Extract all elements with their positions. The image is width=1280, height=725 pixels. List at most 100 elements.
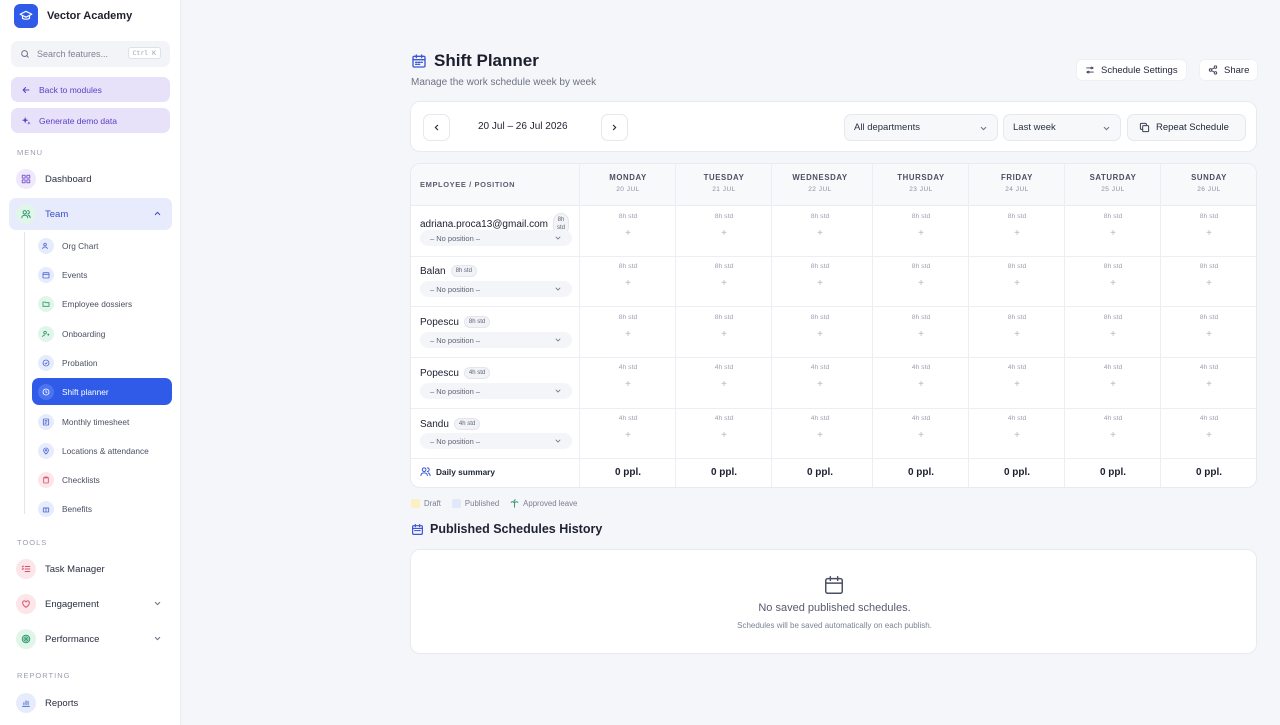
published-swatch <box>451 499 461 508</box>
repeat-schedule-button[interactable]: Repeat Schedule <box>1127 114 1246 141</box>
employee-name: Sandu 4h std <box>420 418 481 430</box>
position-select[interactable]: – No position – <box>420 281 572 297</box>
sub-org-chart[interactable]: Org Chart <box>32 232 172 259</box>
sub-monthly-timesheet[interactable]: Monthly timesheet <box>32 408 172 435</box>
sub-events[interactable]: Events <box>32 261 172 288</box>
day-name: SUNDAY <box>1191 173 1227 182</box>
row-divider <box>411 357 1256 358</box>
heart-icon <box>16 594 36 614</box>
previous-week-button[interactable] <box>423 114 450 141</box>
sub-benefits[interactable]: Benefits <box>32 495 172 522</box>
shift-std-hours: 8h std <box>911 314 931 321</box>
history-note: Schedules will be saved automatically on… <box>737 621 932 630</box>
add-shift-button[interactable]: + <box>873 379 969 390</box>
sub-shift-planner[interactable]: Shift planner <box>32 378 172 405</box>
brand[interactable]: Vector Academy <box>14 4 132 28</box>
add-shift-button[interactable]: + <box>676 278 772 289</box>
nav-engagement[interactable]: Engagement <box>9 588 172 620</box>
add-shift-button[interactable]: + <box>873 228 969 239</box>
add-shift-button[interactable]: + <box>969 228 1065 239</box>
add-shift-button[interactable]: + <box>676 430 772 441</box>
add-shift-button[interactable]: + <box>772 329 868 340</box>
add-shift-button[interactable]: + <box>676 228 772 239</box>
nav-reports[interactable]: Reports <box>9 687 172 719</box>
period-select-value: Last week <box>1013 122 1056 133</box>
calendar-icon <box>412 54 426 68</box>
add-shift-button[interactable]: + <box>676 379 772 390</box>
share-button[interactable]: Share <box>1199 59 1259 81</box>
search-icon <box>21 50 29 58</box>
add-shift-button[interactable]: + <box>1065 329 1161 340</box>
row-divider <box>411 408 1256 409</box>
period-select[interactable]: Last week <box>1003 114 1121 141</box>
add-shift-button[interactable]: + <box>873 329 969 340</box>
add-shift-button[interactable]: + <box>580 278 676 289</box>
shift-std-hours: 8h std <box>714 213 734 220</box>
sub-probation[interactable]: Probation <box>32 349 172 376</box>
position-select[interactable]: – No position – <box>420 383 572 399</box>
summary-value: 0 ppl. <box>907 467 935 478</box>
sub-events-label: Events <box>62 269 88 280</box>
brand-name: Vector Academy <box>47 10 133 22</box>
schedule-settings-button[interactable]: Schedule Settings <box>1076 59 1187 81</box>
add-shift-button[interactable]: + <box>873 430 969 441</box>
position-select[interactable]: – No position – <box>420 230 572 246</box>
add-shift-button[interactable]: + <box>969 329 1065 340</box>
users-icon <box>16 204 36 224</box>
add-shift-button[interactable]: + <box>969 278 1065 289</box>
hours-badge: 8h std <box>450 265 477 277</box>
add-shift-button[interactable]: + <box>772 379 868 390</box>
nav-team[interactable]: Team <box>9 198 172 230</box>
shift-std-hours: 8h std <box>1007 213 1027 220</box>
add-shift-button[interactable]: + <box>772 278 868 289</box>
add-shift-button[interactable]: + <box>1065 430 1161 441</box>
sub-employee-dossiers[interactable]: Employee dossiers <box>32 290 172 317</box>
nav-task-manager[interactable]: Task Manager <box>9 553 172 585</box>
day-header: SUNDAY 26 JUL <box>1161 173 1256 193</box>
clock-icon <box>38 383 54 400</box>
department-select[interactable]: All departments <box>844 114 998 141</box>
generate-demo-data-button[interactable]: Generate demo data <box>11 108 170 133</box>
page-header: Shift Planner <box>411 51 539 71</box>
day-name: TUESDAY <box>703 173 745 182</box>
add-shift-button[interactable]: + <box>580 430 676 441</box>
add-shift-button[interactable]: + <box>580 379 676 390</box>
add-shift-button[interactable]: + <box>873 278 969 289</box>
shift-std-hours: 8h std <box>1199 263 1219 270</box>
search-input[interactable]: Search features... Ctrl K <box>11 41 170 67</box>
sub-locations-attendance[interactable]: Locations & attendance <box>32 437 172 464</box>
add-shift-button[interactable]: + <box>1161 379 1256 390</box>
next-week-button[interactable] <box>601 114 628 141</box>
add-shift-button[interactable]: + <box>676 329 772 340</box>
chevron-left-icon <box>434 124 439 131</box>
position-select[interactable]: – No position – <box>420 332 572 348</box>
shift-std-hours: 4h std <box>1199 415 1219 422</box>
add-shift-button[interactable]: + <box>969 379 1065 390</box>
add-shift-button[interactable]: + <box>772 430 868 441</box>
add-shift-button[interactable]: + <box>969 430 1065 441</box>
nav-team-label: Team <box>45 208 69 220</box>
sub-shift-planner-label: Shift planner <box>62 386 109 397</box>
add-shift-button[interactable]: + <box>1065 228 1161 239</box>
shift-std-hours: 8h std <box>810 213 830 220</box>
add-shift-button[interactable]: + <box>1161 228 1256 239</box>
sub-benefits-label: Benefits <box>62 503 92 514</box>
add-shift-button[interactable]: + <box>1161 329 1256 340</box>
add-shift-button[interactable]: + <box>1065 278 1161 289</box>
position-select[interactable]: – No position – <box>420 433 572 449</box>
nav-performance[interactable]: Performance <box>9 623 172 655</box>
back-to-modules-button[interactable]: Back to modules <box>11 77 170 102</box>
hours-badge: 4h std <box>463 367 491 379</box>
add-shift-button[interactable]: + <box>1065 379 1161 390</box>
nav-dashboard[interactable]: Dashboard <box>9 163 172 195</box>
add-shift-button[interactable]: + <box>580 228 676 239</box>
add-shift-button[interactable]: + <box>772 228 868 239</box>
shift-std-hours: 8h std <box>1103 263 1123 270</box>
shift-std-hours: 4h std <box>1007 415 1027 422</box>
bar-chart-icon <box>16 693 36 713</box>
add-shift-button[interactable]: + <box>1161 430 1256 441</box>
sub-checklists[interactable]: Checklists <box>32 466 172 493</box>
add-shift-button[interactable]: + <box>1161 278 1256 289</box>
sub-onboarding[interactable]: Onboarding <box>32 320 172 347</box>
add-shift-button[interactable]: + <box>580 329 676 340</box>
